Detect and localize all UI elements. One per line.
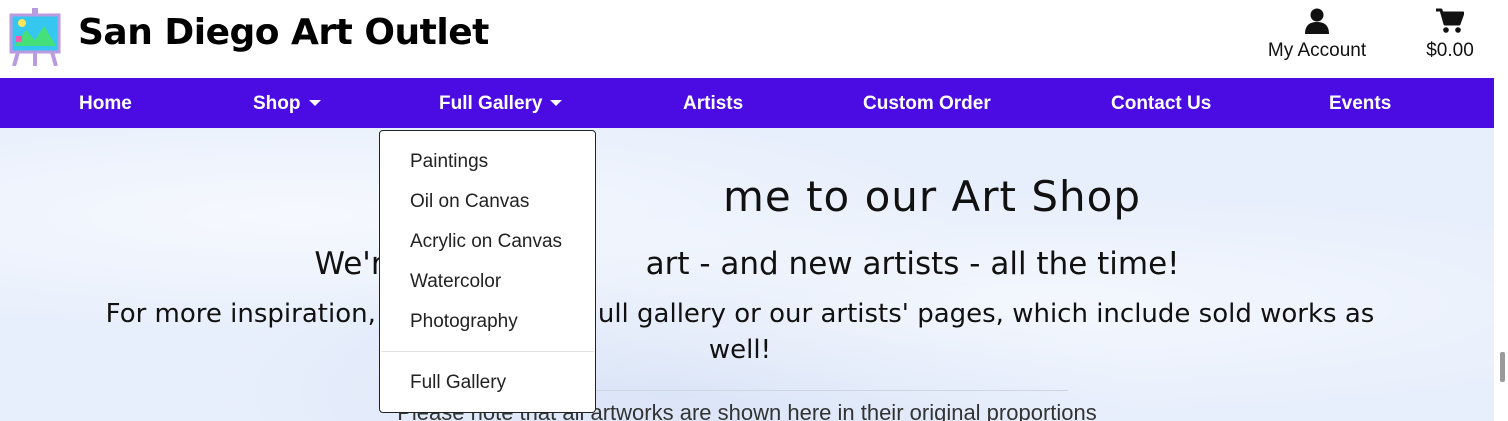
user-icon <box>1305 8 1329 34</box>
dropdown-divider <box>381 351 594 352</box>
main-navbar: Home Shop Full Gallery Artists Custom Or… <box>0 78 1494 128</box>
dropdown-item-watercolor[interactable]: Watercolor <box>410 271 501 293</box>
nav-shop-label: Shop <box>253 93 301 114</box>
welcome-heading: me to our Art Shop <box>722 172 1141 221</box>
cart-total: $0.00 <box>1426 40 1474 61</box>
nav-custom-order[interactable]: Custom Order <box>863 78 991 128</box>
dropdown-item-paintings[interactable]: Paintings <box>410 151 488 173</box>
nav-full-gallery-label: Full Gallery <box>439 93 543 114</box>
dropdown-item-photography[interactable]: Photography <box>410 311 518 333</box>
nav-shop[interactable]: Shop <box>253 78 321 128</box>
proportions-note: Please note that all artworks are shown … <box>397 400 1097 421</box>
caret-down-icon <box>550 100 563 106</box>
cart-link[interactable]: $0.00 <box>1418 8 1482 68</box>
nav-events[interactable]: Events <box>1329 78 1391 128</box>
caret-down-icon <box>308 100 321 106</box>
my-account-label: My Account <box>1267 40 1367 61</box>
main-content: me to our Art Shop We'r art - and new art… <box>0 128 1494 421</box>
dropdown-item-full-gallery[interactable]: Full Gallery <box>410 372 506 394</box>
subheading: We'r art - and new artists - all the time… <box>314 246 1180 282</box>
shopping-cart-icon <box>1436 8 1464 33</box>
my-account-link[interactable]: My Account <box>1258 8 1376 68</box>
inspiration-text: For more inspiration, ull gallery or our … <box>105 299 1375 365</box>
easel-logo-icon[interactable] <box>8 8 62 67</box>
nav-artists[interactable]: Artists <box>683 78 743 128</box>
full-gallery-dropdown-menu: Paintings Oil on Canvas Acrylic on Canva… <box>379 130 596 413</box>
site-header: San Diego Art Outlet My Account $0.00 <box>0 0 1494 78</box>
dropdown-item-oil-on-canvas[interactable]: Oil on Canvas <box>410 191 529 213</box>
scrollbar-thumb[interactable] <box>1500 352 1505 382</box>
dropdown-item-acrylic-on-canvas[interactable]: Acrylic on Canvas <box>410 231 562 253</box>
nav-home[interactable]: Home <box>79 78 132 128</box>
nav-contact-us[interactable]: Contact Us <box>1111 78 1211 128</box>
site-title[interactable]: San Diego Art Outlet <box>78 8 489 58</box>
nav-full-gallery[interactable]: Full Gallery <box>439 78 563 128</box>
